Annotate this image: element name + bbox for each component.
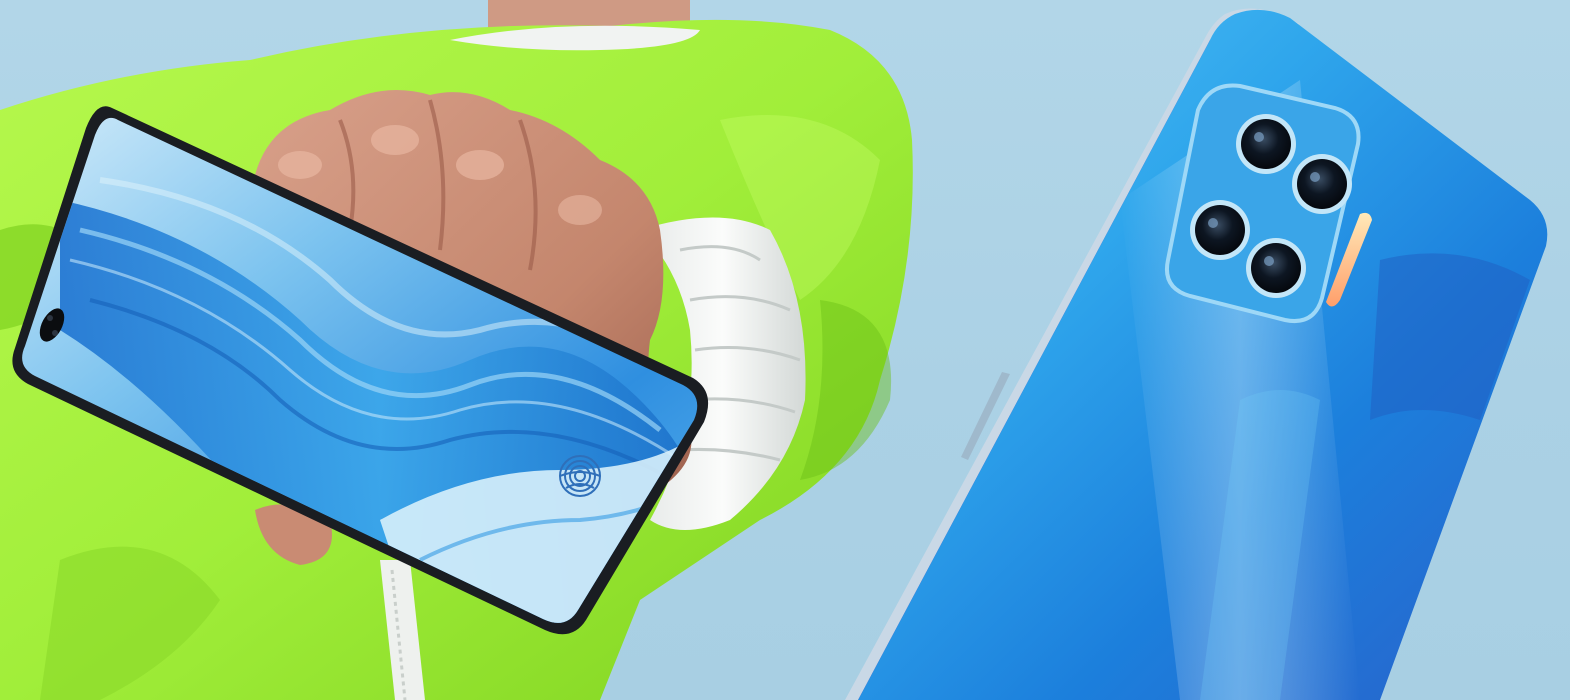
camera-lens-4 — [1246, 238, 1306, 298]
phone-back — [845, 8, 1548, 700]
camera-lens-1 — [1236, 114, 1296, 174]
product-photo-scene — [0, 0, 1570, 700]
camera-lens-3 — [1190, 200, 1250, 260]
scene-illustration — [0, 0, 1548, 700]
camera-lens-2 — [1292, 154, 1352, 214]
